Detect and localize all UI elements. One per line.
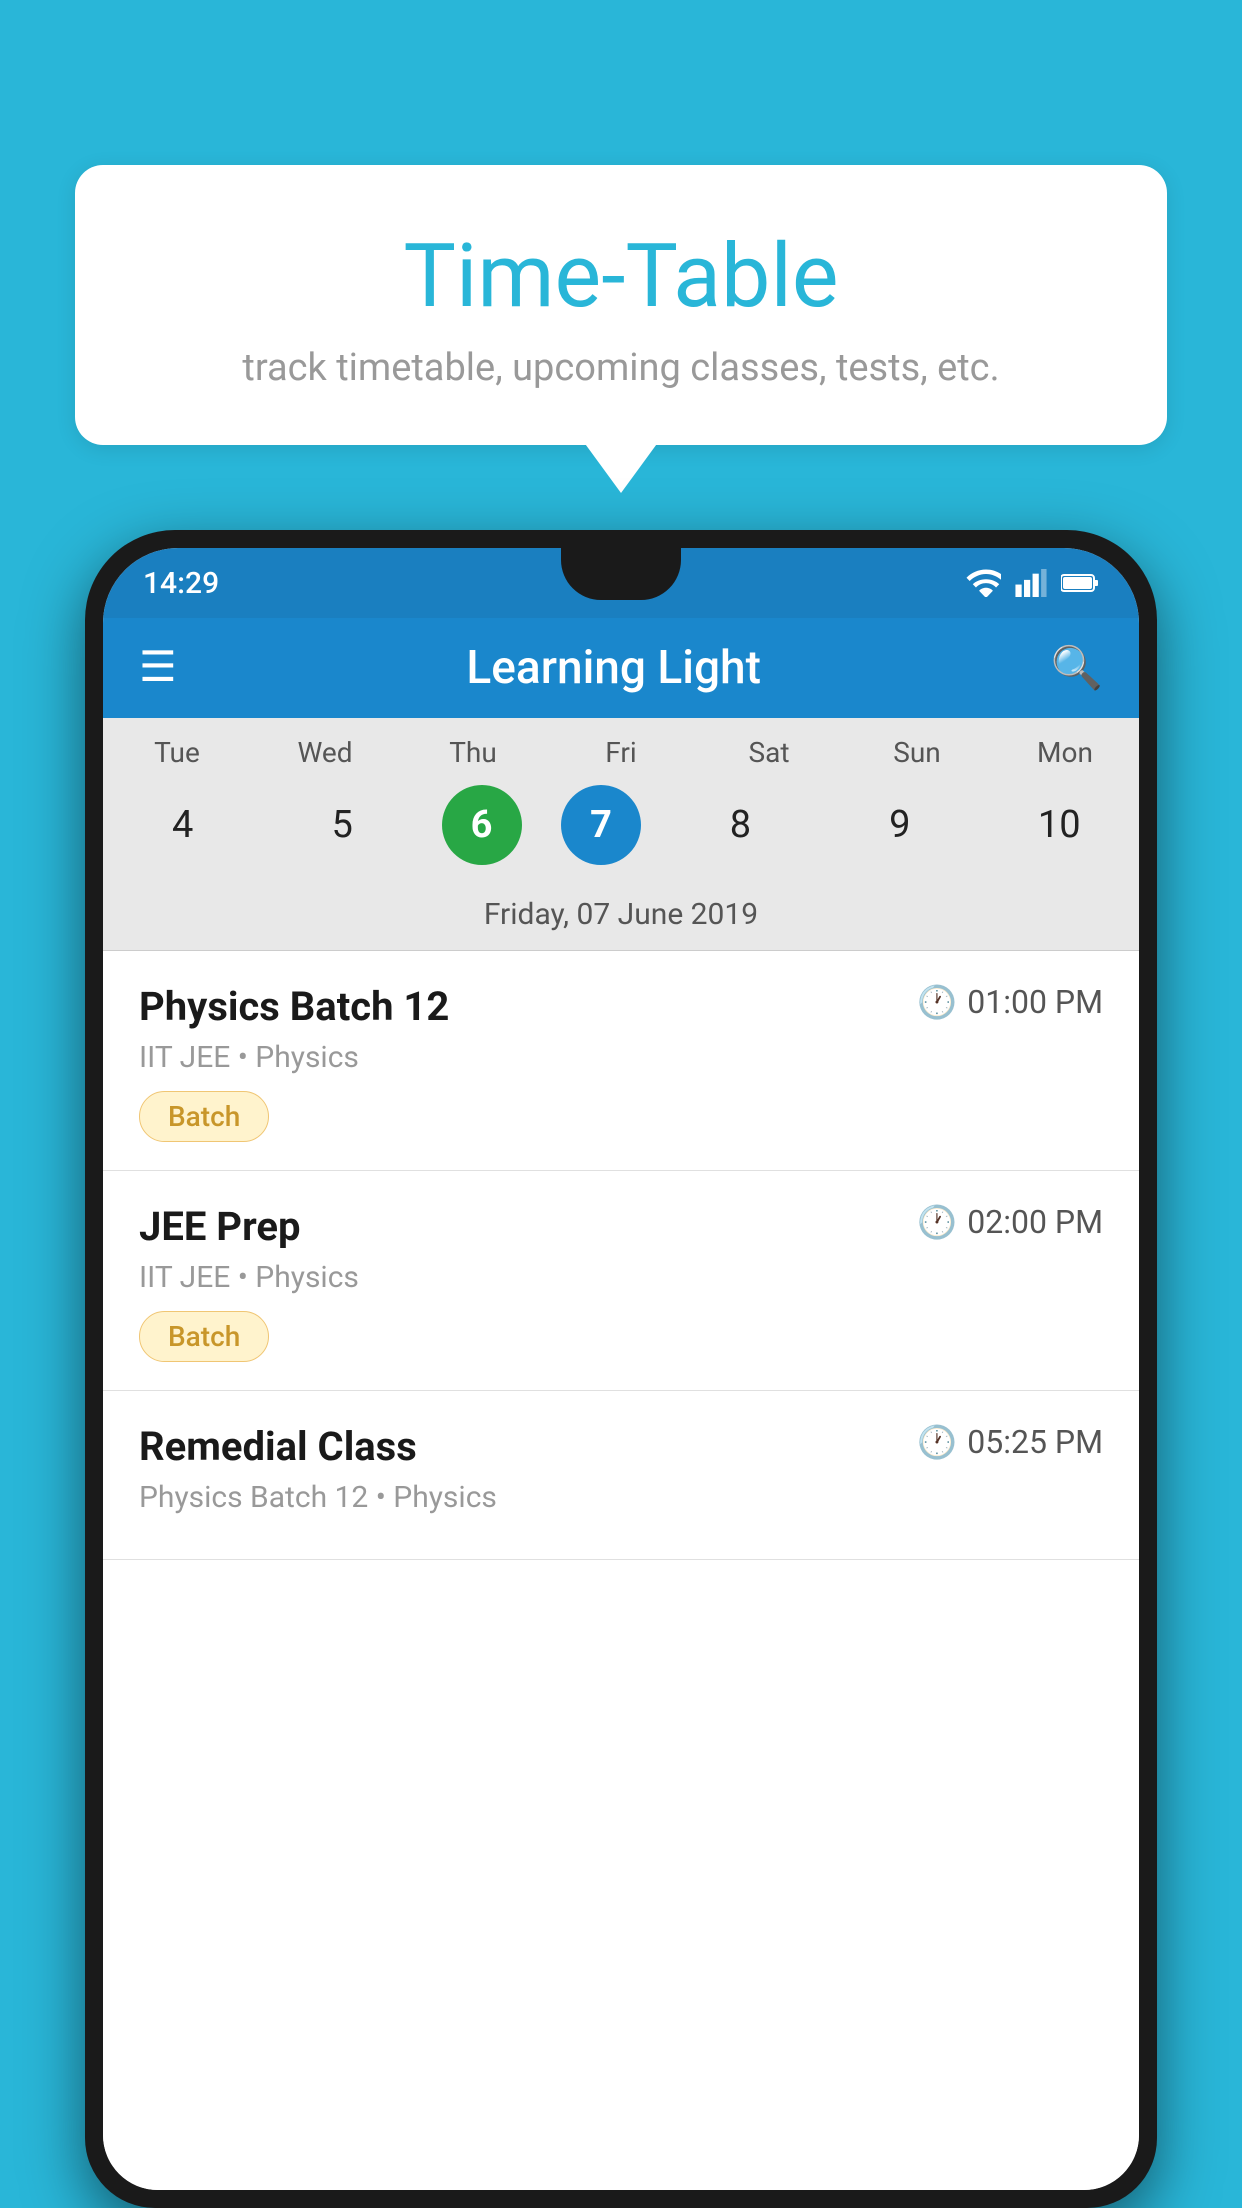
schedule-item-3[interactable]: Remedial Class 🕐 05:25 PM Physics Batch … (103, 1391, 1139, 1560)
schedule-time-3: 🕐 05:25 PM (917, 1423, 1103, 1461)
day-sat: Sat (709, 736, 829, 769)
phone-inner: 14:29 (103, 548, 1139, 2190)
clock-icon-1: 🕐 (917, 983, 957, 1021)
bubble-subtitle: track timetable, upcoming classes, tests… (115, 346, 1127, 390)
app-title: Learning Light (205, 641, 1023, 695)
speech-bubble: Time-Table track timetable, upcoming cla… (75, 165, 1167, 445)
menu-icon[interactable]: ☰ (139, 647, 177, 689)
day-sun: Sun (857, 736, 977, 769)
schedule-title-1: Physics Batch 12 (139, 983, 449, 1030)
schedule-item-1[interactable]: Physics Batch 12 🕐 01:00 PM IIT JEE • Ph… (103, 951, 1139, 1171)
date-7-selected[interactable]: 7 (561, 785, 641, 865)
schedule-item-2-header: JEE Prep 🕐 02:00 PM (139, 1203, 1103, 1250)
schedule-sub-1: IIT JEE • Physics (139, 1040, 1103, 1075)
day-fri: Fri (561, 736, 681, 769)
schedule-list: Physics Batch 12 🕐 01:00 PM IIT JEE • Ph… (103, 951, 1139, 2190)
day-thu: Thu (413, 736, 533, 769)
phone-mockup: 14:29 (85, 530, 1157, 2208)
schedule-time-2: 🕐 02:00 PM (917, 1203, 1103, 1241)
phone-outer: 14:29 (85, 530, 1157, 2208)
schedule-sub-2: IIT JEE • Physics (139, 1260, 1103, 1295)
date-4[interactable]: 4 (123, 785, 243, 865)
status-bar: 14:29 (103, 548, 1139, 618)
app-bar: ☰ Learning Light 🔍 (103, 618, 1139, 718)
bubble-title: Time-Table (115, 225, 1127, 328)
wifi-icon (965, 569, 1001, 597)
calendar-dates-row: 4 5 6 7 8 9 10 (103, 777, 1139, 887)
schedule-time-1: 🕐 01:00 PM (917, 983, 1103, 1021)
schedule-title-2: JEE Prep (139, 1203, 300, 1250)
phone-content: 14:29 (103, 548, 1139, 2190)
date-9[interactable]: 9 (840, 785, 960, 865)
notch (561, 548, 681, 600)
calendar-days-header: Tue Wed Thu Fri Sat Sun Mon (103, 718, 1139, 777)
battery-icon (1061, 572, 1099, 594)
schedule-item-2[interactable]: JEE Prep 🕐 02:00 PM IIT JEE • Physics Ba… (103, 1171, 1139, 1391)
schedule-sub-3: Physics Batch 12 • Physics (139, 1480, 1103, 1515)
batch-badge-2: Batch (139, 1311, 269, 1362)
clock-icon-2: 🕐 (917, 1203, 957, 1241)
day-mon: Mon (1005, 736, 1125, 769)
schedule-title-3: Remedial Class (139, 1423, 417, 1470)
batch-badge-1: Batch (139, 1091, 269, 1142)
signal-icon (1015, 569, 1047, 597)
clock-icon-3: 🕐 (917, 1423, 957, 1461)
date-5[interactable]: 5 (282, 785, 402, 865)
date-6-today[interactable]: 6 (442, 785, 522, 865)
day-wed: Wed (265, 736, 385, 769)
day-tue: Tue (117, 736, 237, 769)
date-8[interactable]: 8 (680, 785, 800, 865)
date-10[interactable]: 10 (999, 785, 1119, 865)
schedule-item-1-header: Physics Batch 12 🕐 01:00 PM (139, 983, 1103, 1030)
status-time: 14:29 (143, 566, 219, 601)
schedule-item-3-header: Remedial Class 🕐 05:25 PM (139, 1423, 1103, 1470)
selected-date-label: Friday, 07 June 2019 (103, 887, 1139, 951)
search-icon[interactable]: 🔍 (1051, 644, 1103, 693)
status-icons (965, 569, 1099, 597)
